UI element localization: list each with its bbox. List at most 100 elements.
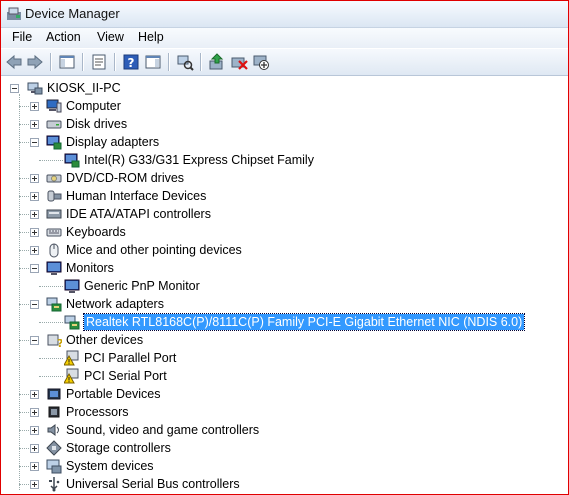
expand-toggle-ide-ata-atapi-controllers[interactable] <box>30 210 39 219</box>
storage-controller-icon <box>46 440 62 456</box>
expand-toggle-mice-and-other-pointing-devices[interactable] <box>30 246 39 255</box>
update-driver-icon[interactable] <box>208 53 226 71</box>
tree-connector <box>19 304 29 305</box>
display-adapter-icon <box>46 134 62 150</box>
properties-icon[interactable] <box>90 53 108 71</box>
expand-toggle-network-adapters[interactable] <box>30 300 39 309</box>
tree-leaf-intel-r-g33-g31-express-chipset-family[interactable]: Intel(R) G33/G31 Express Chipset Family <box>84 152 314 168</box>
tree-leaf-generic-pnp-monitor[interactable]: Generic PnP Monitor <box>84 278 200 294</box>
expand-toggle-keyboards[interactable] <box>30 228 39 237</box>
menu-file[interactable]: File <box>10 30 34 44</box>
tree-node-disk-drives[interactable]: Disk drives <box>66 116 127 132</box>
svg-text:?: ? <box>57 337 62 348</box>
expand-toggle-portable-devices[interactable] <box>30 390 39 399</box>
toolbar-separator <box>82 53 83 71</box>
computer-network-icon <box>27 80 43 96</box>
tree-leaf-pci-serial-port[interactable]: PCI Serial Port <box>84 368 167 384</box>
back-arrow-icon[interactable] <box>5 53 23 71</box>
tree-node-monitors[interactable]: Monitors <box>66 260 114 276</box>
show-hide-console-tree-icon[interactable] <box>58 53 76 71</box>
expand-toggle-dvd-cd-rom-drives[interactable] <box>30 174 39 183</box>
expand-toggle-human-interface-devices[interactable] <box>30 192 39 201</box>
expand-toggle-processors[interactable] <box>30 408 39 417</box>
tree-node-universal-serial-bus-controllers[interactable]: Universal Serial Bus controllers <box>66 476 240 492</box>
tree-connector <box>19 430 29 431</box>
dvd-drive-icon <box>46 170 62 186</box>
toolbar: ? <box>1 49 568 76</box>
hid-icon <box>46 188 62 204</box>
system-devices-icon <box>46 458 62 474</box>
toolbar-separator <box>200 53 201 71</box>
tree-connector <box>19 142 29 143</box>
toolbar-separator <box>114 53 115 71</box>
tree-node-keyboards[interactable]: Keyboards <box>66 224 126 240</box>
toolbar-separator <box>50 53 51 71</box>
expand-toggle-sound-video-and-game-controllers[interactable] <box>30 426 39 435</box>
expand-toggle-storage-controllers[interactable] <box>30 444 39 453</box>
usb-icon <box>46 476 62 492</box>
tree-node-display-adapters[interactable]: Display adapters <box>66 134 159 150</box>
expand-toggle-computer[interactable] <box>30 102 39 111</box>
title-bar[interactable]: Device Manager <box>1 1 568 28</box>
warning-device-icon <box>63 368 80 384</box>
tree-connector <box>19 268 29 269</box>
tree-leaf-realtek-rtl8168c-p-8111c-p-family-pci-e-gigabit-ethernet-nic-ndis-6-0[interactable]: Realtek RTL8168C(P)/8111C(P) Family PCI-… <box>82 313 526 331</box>
tree-root-label[interactable]: KIOSK_II-PC <box>47 80 121 96</box>
tree-connector <box>19 466 29 467</box>
device-tree[interactable]: KIOSK_II-PC Computer Disk drives Display ad… <box>1 76 568 494</box>
disable-device-icon[interactable] <box>252 53 270 71</box>
tree-connector <box>19 250 29 251</box>
expand-toggle-monitors[interactable] <box>30 264 39 273</box>
tree-connector <box>19 196 29 197</box>
menu-action[interactable]: Action <box>44 30 83 44</box>
tree-connector <box>19 394 29 395</box>
collapse-root-toggle[interactable] <box>10 84 19 93</box>
expand-toggle-disk-drives[interactable] <box>30 120 39 129</box>
scan-hardware-changes-icon[interactable] <box>176 53 194 71</box>
tree-node-processors[interactable]: Processors <box>66 404 129 420</box>
warning-device-icon <box>63 350 80 366</box>
tree-node-ide-ata-atapi-controllers[interactable]: IDE ATA/ATAPI controllers <box>66 206 211 222</box>
tree-connector <box>39 322 63 323</box>
processor-icon <box>46 404 62 420</box>
mouse-icon <box>46 242 62 258</box>
menu-help[interactable]: Help <box>136 30 166 44</box>
tree-connector <box>19 232 29 233</box>
tree-connector <box>19 214 29 215</box>
help-icon[interactable]: ? <box>122 53 140 71</box>
tree-connector <box>19 484 29 485</box>
menu-view[interactable]: View <box>95 30 126 44</box>
tree-node-network-adapters[interactable]: Network adapters <box>66 296 164 312</box>
tree-connector <box>19 448 29 449</box>
tree-node-mice-and-other-pointing-devices[interactable]: Mice and other pointing devices <box>66 242 242 258</box>
expand-toggle-system-devices[interactable] <box>30 462 39 471</box>
tree-node-sound-video-and-game-controllers[interactable]: Sound, video and game controllers <box>66 422 259 438</box>
disk-drive-icon <box>46 116 62 132</box>
tree-connector <box>19 106 29 107</box>
tree-node-computer[interactable]: Computer <box>66 98 121 114</box>
network-adapter-icon <box>46 296 62 312</box>
tree-connector <box>19 412 29 413</box>
device-manager-window: Device Manager File Action View Help ? K… <box>0 0 569 495</box>
device-manager-icon <box>6 6 22 22</box>
show-hide-action-pane-icon[interactable] <box>144 53 162 71</box>
tree-node-storage-controllers[interactable]: Storage controllers <box>66 440 171 456</box>
tree-connector <box>39 286 63 287</box>
svg-text:?: ? <box>128 56 135 70</box>
tree-node-dvd-cd-rom-drives[interactable]: DVD/CD-ROM drives <box>66 170 184 186</box>
tree-connector <box>39 160 63 161</box>
forward-arrow-icon[interactable] <box>26 53 44 71</box>
expand-toggle-other-devices[interactable] <box>30 336 39 345</box>
toolbar-separator <box>168 53 169 71</box>
tree-node-other-devices[interactable]: Other devices <box>66 332 143 348</box>
expand-toggle-universal-serial-bus-controllers[interactable] <box>30 480 39 489</box>
tree-leaf-pci-parallel-port[interactable]: PCI Parallel Port <box>84 350 176 366</box>
monitor-icon <box>46 260 62 276</box>
tree-node-portable-devices[interactable]: Portable Devices <box>66 386 161 402</box>
uninstall-icon[interactable] <box>230 53 248 71</box>
tree-connector <box>39 376 63 377</box>
expand-toggle-display-adapters[interactable] <box>30 138 39 147</box>
window-title: Device Manager <box>25 6 120 21</box>
tree-node-human-interface-devices[interactable]: Human Interface Devices <box>66 188 206 204</box>
tree-node-system-devices[interactable]: System devices <box>66 458 154 474</box>
